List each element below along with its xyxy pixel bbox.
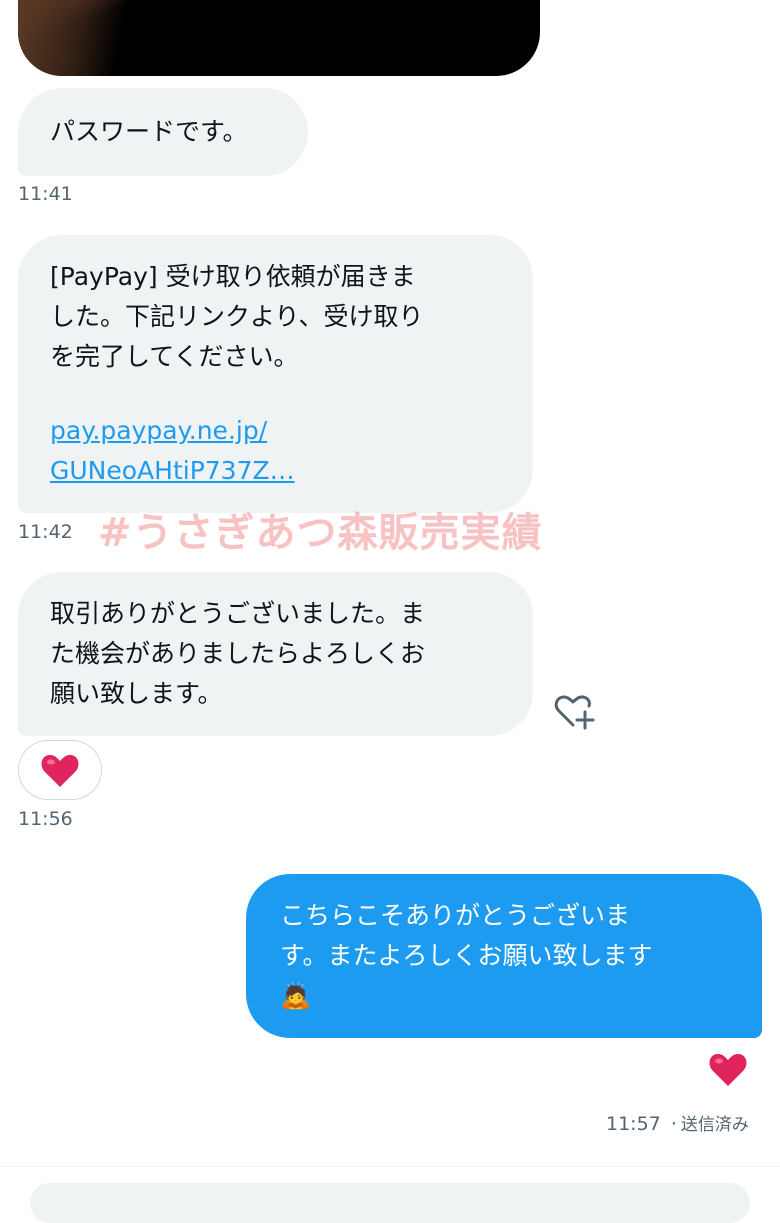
message-reaction[interactable] bbox=[708, 1052, 748, 1092]
message-link[interactable]: GUNeoAHtiP737Z… bbox=[50, 451, 510, 491]
message-text-line: した。下記リンクより、受け取り bbox=[50, 302, 424, 331]
add-reaction-icon bbox=[554, 695, 595, 730]
message-text-line: [PayPay] 受け取り依頼が届きま bbox=[50, 262, 416, 291]
sent-status: 送信済み bbox=[680, 1115, 749, 1135]
bowing-emoji: 🙇 bbox=[280, 981, 312, 1010]
message-meta: 11:57 · 送信済み bbox=[606, 1110, 749, 1135]
message-text: パスワードです。 bbox=[50, 117, 248, 146]
divider bbox=[0, 1166, 780, 1167]
message-text-line: こちらこそありがとうございま bbox=[280, 901, 631, 930]
message-text-line: 取引ありがとうございました。ま bbox=[50, 599, 426, 628]
reaction-pill[interactable] bbox=[18, 740, 102, 800]
incoming-message-bubble[interactable]: [PayPay] 受け取り依頼が届きま した。下記リンクより、受け取り を完了し… bbox=[18, 235, 533, 513]
message-link[interactable]: pay.paypay.ne.jp/ bbox=[50, 411, 510, 451]
heart-emoji bbox=[41, 754, 79, 787]
heart-emoji bbox=[709, 1053, 747, 1086]
message-timestamp: 11:57 bbox=[606, 1113, 661, 1135]
watermark-text: #うさぎあつ森販売実績 bbox=[98, 510, 543, 556]
shared-image[interactable] bbox=[18, 0, 540, 76]
incoming-message-bubble[interactable]: 取引ありがとうございました。ま た機会がありましたらよろしくお 願い致します。 bbox=[18, 572, 533, 736]
message-text-line: す。またよろしくお願い致します bbox=[280, 941, 653, 970]
message-timestamp: 11:42 bbox=[18, 521, 73, 543]
message-timestamp: 11:56 bbox=[18, 808, 73, 830]
add-reaction-button[interactable] bbox=[553, 692, 597, 736]
message-text-line: 願い致します。 bbox=[50, 679, 223, 708]
message-text-line: た機会がありましたらよろしくお bbox=[50, 639, 426, 668]
outgoing-message-bubble[interactable]: こちらこそありがとうございま す。またよろしくお願い致します 🙇 bbox=[246, 874, 762, 1038]
separator-dot: · bbox=[670, 1113, 677, 1135]
message-text-line: を完了してください。 bbox=[50, 342, 299, 371]
message-timestamp: 11:41 bbox=[18, 183, 73, 205]
incoming-message-bubble[interactable]: パスワードです。 bbox=[18, 88, 308, 176]
message-composer[interactable] bbox=[30, 1183, 750, 1223]
